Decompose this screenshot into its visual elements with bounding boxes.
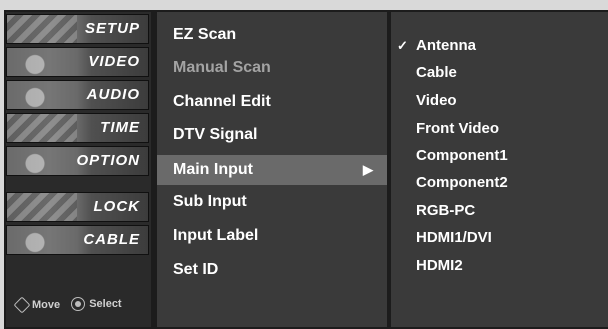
category-column: SETUP VIDEO AUDIO TIME OPTION LOCK CABLE [6,12,151,327]
menu-item-channel-edit[interactable]: Channel Edit [157,87,387,117]
category-label: SETUP [84,20,140,37]
move-arrows-icon [13,296,31,314]
menu-item-sub-input[interactable]: Sub Input [157,187,387,217]
menu-item-label: Main Input [173,161,253,178]
category-label: VIDEO [88,53,140,70]
move-hint: Move [13,296,61,314]
menu-item-label: EZ Scan [173,26,237,43]
category-setup[interactable]: SETUP [6,14,149,44]
lock-icon [7,193,77,221]
tv-screen: SETUP VIDEO AUDIO TIME OPTION LOCK CABLE [0,0,608,329]
submenu-arrow-icon: ▶ [363,162,373,177]
option-antenna[interactable]: ✓ Antenna [391,33,476,59]
option-front-video[interactable]: Front Video [391,116,499,142]
category-video[interactable]: VIDEO [6,47,149,77]
option-label: Cable [416,64,457,81]
time-icon [7,114,77,142]
category-option[interactable]: OPTION [6,146,149,176]
option-label: RGB-PC [416,202,476,219]
option-rgb-pc[interactable]: RGB-PC [391,198,475,224]
menu-item-label: Manual Scan [173,59,271,76]
category-label: OPTION [76,152,140,169]
option-label: HDMI2 [416,257,463,274]
video-icon [7,48,77,76]
category-time[interactable]: TIME [6,113,149,143]
select-hint-label: Select [89,298,122,310]
menu-item-label: Set ID [173,261,219,278]
move-hint-label: Move [32,299,61,311]
menu-item-label: Channel Edit [173,93,271,110]
category-label: AUDIO [86,86,140,103]
audio-icon [7,81,77,109]
setup-icon [7,15,77,43]
option-hdmi1-dvi[interactable]: HDMI1/DVI [391,225,492,251]
menu-item-input-label[interactable]: Input Label [157,221,387,251]
option-label: Antenna [416,37,476,54]
category-label: TIME [100,119,140,136]
menu-item-set-id[interactable]: Set ID [157,255,387,285]
option-component1[interactable]: Component1 [391,143,508,169]
option-label: Component2 [416,174,508,191]
menu-item-ez-scan[interactable]: EZ Scan [157,20,387,50]
menu-item-label: Sub Input [173,193,247,210]
menu-item-dtv-signal[interactable]: DTV Signal [157,120,387,150]
category-label: CABLE [83,231,140,248]
menu-item-manual-scan[interactable]: Manual Scan [157,53,387,83]
main-input-options: ✓ Antenna Cable Video Front Video Compon… [391,12,608,327]
option-icon [7,147,77,175]
category-lock[interactable]: LOCK [6,192,149,222]
option-label: Front Video [416,120,500,137]
menu-item-label: DTV Signal [173,126,258,143]
cable-icon [7,226,77,254]
category-audio[interactable]: AUDIO [6,80,149,110]
option-label: HDMI1/DVI [416,229,492,246]
option-hdmi2[interactable]: HDMI2 [391,253,463,279]
option-label: Component1 [416,147,508,164]
category-cable[interactable]: CABLE [6,225,149,255]
menu-item-main-input[interactable]: Main Input ▶ [157,155,387,185]
setup-submenu: EZ Scan Manual Scan Channel Edit DTV Sig… [157,12,387,327]
navigation-hint: Move Select [13,296,151,317]
select-hint: Select [71,297,122,311]
option-cable[interactable]: Cable [391,60,457,86]
option-label: Video [416,92,457,109]
option-component2[interactable]: Component2 [391,170,508,196]
check-icon: ✓ [397,38,408,53]
option-video[interactable]: Video [391,88,457,114]
menu-item-label: Input Label [173,227,259,244]
category-label: LOCK [93,198,140,215]
select-button-icon [71,297,86,311]
